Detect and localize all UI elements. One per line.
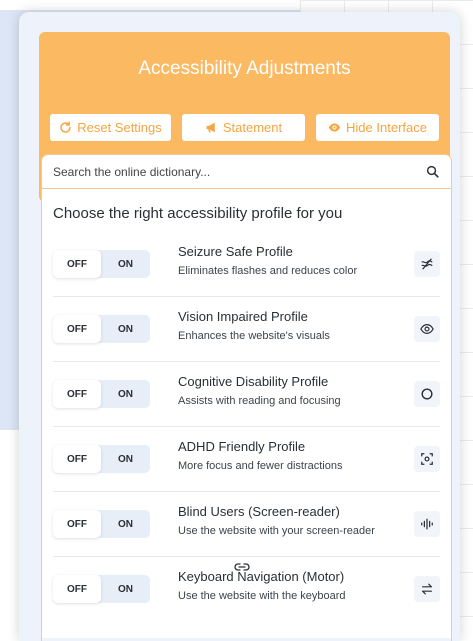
panel-title: Accessibility Adjustments — [138, 58, 351, 79]
toggle-on[interactable]: ON — [101, 445, 150, 473]
toggle-on[interactable]: ON — [101, 250, 150, 278]
arrows-swap-icon — [414, 576, 440, 602]
profiles-card: Choose the right accessibility profile f… — [41, 154, 452, 641]
statement-button[interactable]: Statement — [182, 114, 305, 141]
toggle-off[interactable]: OFF — [53, 380, 101, 408]
section-title: Choose the right accessibility profile f… — [53, 205, 343, 222]
profile-name: ADHD Friendly Profile — [178, 439, 306, 454]
hide-interface-label: Hide Interface — [346, 120, 427, 135]
toggle-on[interactable]: ON — [101, 315, 150, 343]
profile-name: Cognitive Disability Profile — [178, 374, 329, 389]
hide-interface-button[interactable]: Hide Interface — [316, 114, 439, 141]
eye-icon — [328, 123, 341, 132]
focus-target-icon — [414, 446, 440, 472]
megaphone-icon — [206, 122, 215, 133]
profile-toggle[interactable]: OFF ON — [53, 445, 150, 473]
toggle-on[interactable]: ON — [101, 575, 150, 603]
refresh-icon — [60, 121, 71, 133]
toggle-on[interactable]: ON — [101, 510, 150, 538]
profile-row-keyboard-navigation: OFF ON Keyboard Navigation (Motor) Use t… — [42, 557, 451, 622]
profile-row-cognitive-disability: OFF ON Cognitive Disability Profile Assi… — [42, 362, 451, 427]
profile-name: Keyboard Navigation (Motor) — [178, 569, 345, 584]
profile-toggle[interactable]: OFF ON — [53, 315, 150, 343]
profile-row-vision-impaired: OFF ON Vision Impaired Profile Enhances … — [42, 297, 451, 362]
profile-name: Blind Users (Screen-reader) — [178, 504, 340, 519]
flash-off-icon — [414, 251, 440, 277]
toggle-off[interactable]: OFF — [53, 510, 101, 538]
profile-description: Assists with reading and focusing — [178, 395, 341, 407]
toggle-off[interactable]: OFF — [53, 575, 101, 603]
profile-toggle[interactable]: OFF ON — [53, 380, 150, 408]
profile-name: Seizure Safe Profile — [178, 244, 293, 259]
profile-row-seizure-safe: OFF ON Seizure Safe Profile Eliminates f… — [42, 232, 451, 297]
audio-waveform-icon — [414, 511, 440, 537]
profile-toggle[interactable]: OFF ON — [53, 575, 150, 603]
search-bar — [42, 155, 451, 189]
profile-row-blind-users: OFF ON Blind Users (Screen-reader) Use t… — [42, 492, 451, 557]
profile-description: More focus and fewer distractions — [178, 460, 343, 472]
profile-description: Use the website with the keyboard — [178, 590, 346, 602]
profile-description: Enhances the website's visuals — [178, 330, 330, 342]
toggle-on[interactable]: ON — [101, 380, 150, 408]
toggle-off[interactable]: OFF — [53, 445, 101, 473]
search-icon[interactable] — [426, 165, 439, 178]
profile-toggle[interactable]: OFF ON — [53, 250, 150, 278]
profile-description: Use the website with your screen-reader — [178, 525, 375, 537]
statement-label: Statement — [222, 120, 283, 135]
search-input[interactable] — [53, 164, 393, 179]
profile-toggle[interactable]: OFF ON — [53, 510, 150, 538]
eye-icon — [414, 316, 440, 342]
reset-settings-button[interactable]: Reset Settings — [50, 114, 171, 141]
profile-name: Vision Impaired Profile — [178, 309, 308, 324]
profile-description: Eliminates flashes and reduces color — [178, 265, 358, 277]
reset-settings-label: Reset Settings — [77, 120, 162, 135]
toggle-off[interactable]: OFF — [53, 250, 101, 278]
circle-icon — [414, 381, 440, 407]
accessibility-panel: Accessibility Adjustments Reset Settings… — [19, 12, 460, 641]
toggle-off[interactable]: OFF — [53, 315, 101, 343]
profile-row-adhd-friendly: OFF ON ADHD Friendly Profile More focus … — [42, 427, 451, 492]
